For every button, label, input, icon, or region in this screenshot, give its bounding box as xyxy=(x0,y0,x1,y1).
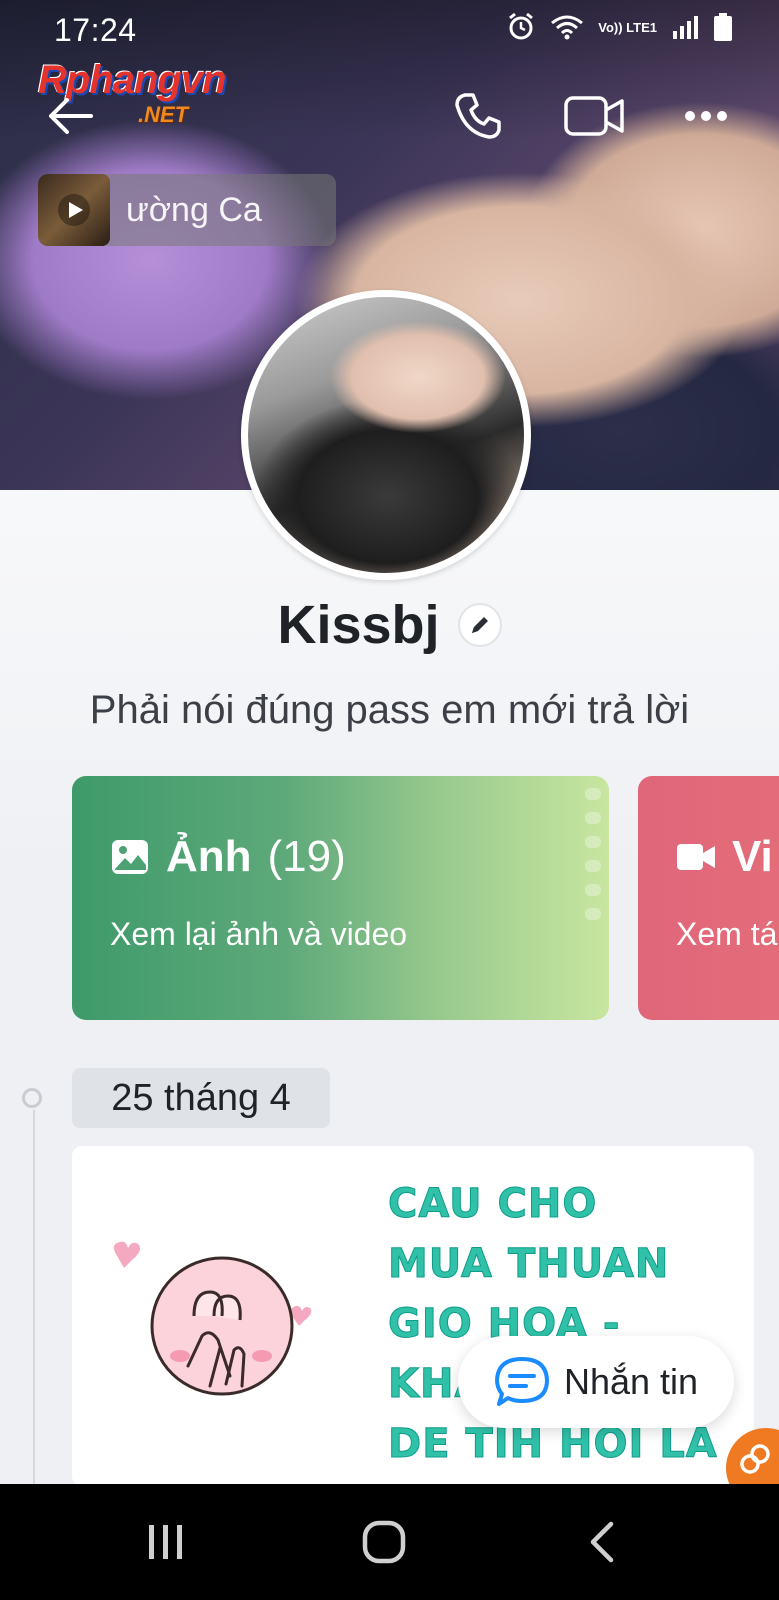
timeline-post[interactable]: Cau cho mua thuan gio hoa - khá de tih h… xyxy=(72,1146,754,1486)
videos-label: Vi xyxy=(732,832,773,881)
profile-music-pill[interactable]: ường Ca xyxy=(38,174,336,246)
wifi-icon xyxy=(551,15,584,40)
photos-card-subtitle: Xem lại ảnh và video xyxy=(110,916,408,952)
music-thumbnail xyxy=(38,174,110,246)
back-button[interactable] xyxy=(40,90,100,142)
profile-name-row: Kissbj xyxy=(0,594,779,656)
recent-apps-button[interactable] xyxy=(126,1506,206,1578)
videos-card[interactable]: Vi Xem tá xyxy=(638,776,779,1020)
signal-icon xyxy=(673,16,698,39)
system-back-button[interactable] xyxy=(562,1506,642,1578)
phone-icon xyxy=(455,93,501,139)
sticker-image xyxy=(113,1241,312,1396)
video-call-button[interactable] xyxy=(560,88,628,144)
status-icons: Vo)) LTE1 xyxy=(506,12,733,42)
chat-bubble-icon xyxy=(494,1357,549,1406)
timeline-line xyxy=(33,1110,35,1490)
link-icon xyxy=(740,1444,770,1474)
status-bar: 17:24 Vo)) LTE1 xyxy=(0,0,779,58)
recent-apps-icon xyxy=(149,1525,182,1559)
more-options-button[interactable] xyxy=(676,90,736,142)
network-label: Vo)) LTE1 xyxy=(598,19,657,35)
alarm-icon xyxy=(509,12,534,40)
call-button[interactable] xyxy=(448,88,508,144)
music-title: ường Ca xyxy=(126,190,262,229)
profile-screen: 17:24 Vo)) LTE1 Rphangvn .NET ường Ca Ki… xyxy=(0,0,779,1600)
home-button[interactable] xyxy=(344,1506,424,1578)
post-text-line: mua thuan xyxy=(388,1241,670,1288)
timeline-date: 25 tháng 4 xyxy=(72,1068,330,1128)
videos-card-title: Vi xyxy=(676,832,773,882)
video-camera-icon xyxy=(677,844,715,870)
send-message-button[interactable]: Nhắn tin xyxy=(458,1336,734,1428)
image-icon xyxy=(112,840,148,874)
video-camera-icon xyxy=(564,96,624,136)
send-message-label: Nhắn tin xyxy=(563,1361,699,1402)
profile-status: Phải nói đúng pass em mới trả lời xyxy=(89,688,690,732)
edit-name-button[interactable] xyxy=(457,603,502,647)
profile-name: Kissbj xyxy=(277,595,440,655)
timeline-dot xyxy=(22,1088,42,1108)
chevron-left-icon xyxy=(590,1521,614,1563)
battery-icon xyxy=(714,13,732,41)
arrow-left-icon xyxy=(49,98,93,134)
avatar[interactable] xyxy=(241,290,531,580)
photos-count: (19) xyxy=(267,832,346,881)
post-text: Cau cho mua thuan gio hoa - khá de tih h… xyxy=(388,1174,738,1474)
play-icon xyxy=(58,194,90,226)
more-dots-icon xyxy=(685,111,727,121)
system-navigation-bar xyxy=(0,1484,779,1600)
status-time: 17:24 xyxy=(54,12,137,48)
videos-card-subtitle: Xem tá xyxy=(676,916,778,952)
watermark-suffix: .NET xyxy=(138,102,189,127)
card-background-decoration xyxy=(381,788,601,920)
post-text-line: Cau cho xyxy=(388,1181,598,1228)
pencil-icon xyxy=(471,617,488,633)
photos-card[interactable]: Ảnh (19) Xem lại ảnh và video xyxy=(72,776,609,1020)
photos-label: Ảnh xyxy=(166,832,252,881)
home-icon xyxy=(362,1520,406,1564)
photos-card-title: Ảnh (19) xyxy=(110,832,346,882)
